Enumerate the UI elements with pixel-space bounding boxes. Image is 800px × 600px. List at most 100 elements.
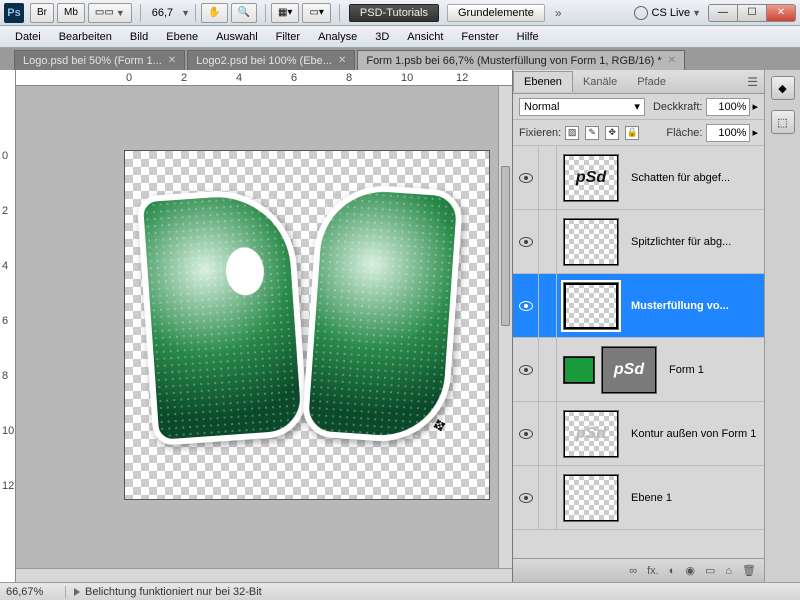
titlebar: Ps Br Mb ▭▭▼ 66,7▼ ✋ 🔍 ▦▾ ▭▾ PSD-Tutoria… <box>0 0 800 26</box>
horizontal-scrollbar[interactable] <box>16 568 512 582</box>
cs-live-label: CS Live <box>652 7 691 19</box>
close-tab-icon[interactable]: ✕ <box>338 55 346 66</box>
minibridge-button[interactable]: Mb <box>57 3 85 23</box>
layer-name[interactable]: Kontur außen von Form 1 <box>625 428 756 440</box>
visibility-toggle[interactable] <box>513 466 539 529</box>
delete-layer-icon[interactable]: 🗑 <box>742 564 756 577</box>
layer-name[interactable]: Ebene 1 <box>625 492 672 504</box>
eye-icon <box>519 237 533 247</box>
layer-thumbnail[interactable] <box>563 474 619 522</box>
minimize-button[interactable]: — <box>708 4 738 22</box>
layer-name[interactable]: Musterfüllung vo... <box>625 300 729 312</box>
visibility-toggle[interactable] <box>513 274 539 337</box>
menu-datei[interactable]: Datei <box>6 28 50 46</box>
maximize-button[interactable]: ☐ <box>737 4 767 22</box>
fill-thumbnail[interactable] <box>563 356 595 384</box>
layer-thumbnail[interactable] <box>563 282 619 330</box>
lock-transparency-icon[interactable]: ▨ <box>565 126 579 140</box>
layer-row[interactable]: pSd Schatten für abgef... <box>513 146 764 210</box>
vertical-ruler[interactable]: 0 2 4 6 8 10 12 <box>0 70 16 582</box>
hand-tool-button[interactable]: ✋ <box>201 3 227 23</box>
menu-analyse[interactable]: Analyse <box>309 28 366 46</box>
document-tab[interactable]: Logo.psd bei 50% (Form 1... ✕ <box>14 50 185 70</box>
group-icon[interactable]: ▭ <box>705 564 715 577</box>
menu-fenster[interactable]: Fenster <box>452 28 507 46</box>
menu-hilfe[interactable]: Hilfe <box>508 28 548 46</box>
menu-ansicht[interactable]: Ansicht <box>398 28 452 46</box>
blend-opacity-row: Normal▾ Deckkraft: 100%▸ <box>513 94 764 120</box>
visibility-toggle[interactable] <box>513 146 539 209</box>
horizontal-ruler[interactable]: 0 2 4 6 8 10 12 <box>16 70 512 86</box>
document-tab[interactable]: Logo2.psd bei 100% (Ebe...✕ <box>187 50 355 70</box>
visibility-toggle[interactable] <box>513 210 539 273</box>
layer-name[interactable]: Spitzlichter für abg... <box>625 236 731 248</box>
panel-tab-pfade[interactable]: Pfade <box>627 72 676 92</box>
layer-thumbnail[interactable]: pSd <box>563 154 619 202</box>
layer-name[interactable]: Form 1 <box>663 364 704 376</box>
screenmode2-button[interactable]: ▭▾ <box>302 3 330 23</box>
menu-bar: Datei Bearbeiten Bild Ebene Auswahl Filt… <box>0 26 800 48</box>
visibility-toggle[interactable] <box>513 402 539 465</box>
document-tab-active[interactable]: Form 1.psb bei 66,7% (Musterfüllung von … <box>357 50 685 70</box>
status-zoom[interactable]: 66,67% <box>6 586 66 598</box>
bridge-button[interactable]: Br <box>30 3 54 23</box>
layer-thumbnail[interactable]: pSd <box>563 410 619 458</box>
layer-thumbnail[interactable] <box>563 218 619 266</box>
app-logo: Ps <box>4 3 24 23</box>
eye-icon <box>519 493 533 503</box>
layer-row-selected[interactable]: Musterfüllung vo... <box>513 274 764 338</box>
mask-icon[interactable]: ◐ <box>669 565 676 577</box>
lock-fill-row: Fixieren: ▨ ✎ ✥ 🔒 Fläche: 100%▸ <box>513 120 764 146</box>
layer-row[interactable]: pSd Kontur außen von Form 1 <box>513 402 764 466</box>
close-button[interactable]: ✕ <box>766 4 796 22</box>
arrange-button[interactable]: ▦▾ <box>271 3 299 23</box>
close-tab-icon[interactable]: ✕ <box>168 55 176 66</box>
zoom-tool-button[interactable]: 🔍 <box>231 3 257 23</box>
lock-all-icon[interactable]: 🔒 <box>625 126 639 140</box>
cs-live[interactable]: CS Live▼ <box>634 6 701 20</box>
adjustment-icon[interactable]: ◉ <box>685 564 695 577</box>
eye-icon <box>519 301 533 311</box>
layer-name[interactable]: Schatten für abgef... <box>625 172 730 184</box>
layer-row[interactable]: pSd Form 1 <box>513 338 764 402</box>
workspace-more-icon[interactable]: » <box>555 6 562 20</box>
panel-menu-icon[interactable]: ☰ <box>747 75 758 89</box>
dock-icon-2[interactable]: ⬚ <box>771 110 795 134</box>
fx-icon[interactable]: fx. <box>647 565 659 577</box>
opacity-label: Deckkraft: <box>653 101 703 113</box>
status-info[interactable]: Belichtung funktioniert nur bei 32-Bit <box>66 586 262 598</box>
panel-tab-ebenen[interactable]: Ebenen <box>513 71 573 92</box>
menu-filter[interactable]: Filter <box>267 28 309 46</box>
dock-icon-1[interactable]: ◆ <box>771 76 795 100</box>
screen-mode-button[interactable]: ▭▭▼ <box>88 3 132 23</box>
tab-title: Logo.psd bei 50% (Form 1... <box>23 55 162 67</box>
layers-list: pSd Schatten für abgef... Spitzlichter f… <box>513 146 764 558</box>
menu-bild[interactable]: Bild <box>121 28 157 46</box>
fill-field[interactable]: 100% <box>706 124 750 142</box>
new-layer-icon[interactable]: ⌂ <box>725 565 732 577</box>
zoom-value[interactable]: 66,7 <box>146 7 179 19</box>
document-canvas[interactable]: ✥ <box>124 150 490 500</box>
vertical-scrollbar[interactable] <box>498 86 512 582</box>
link-layers-icon[interactable]: ∞ <box>629 565 637 577</box>
menu-bearbeiten[interactable]: Bearbeiten <box>50 28 121 46</box>
panel-tab-bar: Ebenen Kanäle Pfade ☰ <box>513 70 764 94</box>
lock-position-icon[interactable]: ✥ <box>605 126 619 140</box>
opacity-field[interactable]: 100% <box>706 98 750 116</box>
menu-3d[interactable]: 3D <box>366 28 398 46</box>
layer-row[interactable]: Spitzlichter für abg... <box>513 210 764 274</box>
workspace-psd-tutorials[interactable]: PSD-Tutorials <box>349 4 439 22</box>
layer-row[interactable]: Ebene 1 <box>513 466 764 530</box>
close-tab-icon[interactable]: ✕ <box>668 55 676 66</box>
blend-mode-select[interactable]: Normal▾ <box>519 98 645 116</box>
lock-pixels-icon[interactable]: ✎ <box>585 126 599 140</box>
layer-thumbnail[interactable]: pSd <box>601 346 657 394</box>
panel-tab-kanaele[interactable]: Kanäle <box>573 72 627 92</box>
menu-ebene[interactable]: Ebene <box>157 28 207 46</box>
visibility-toggle[interactable] <box>513 338 539 401</box>
menu-auswahl[interactable]: Auswahl <box>207 28 267 46</box>
scrollbar-thumb[interactable] <box>501 166 510 326</box>
eye-icon <box>519 365 533 375</box>
workspace-grundelemente[interactable]: Grundelemente <box>447 4 545 22</box>
canvas[interactable]: ✥ <box>16 86 512 582</box>
